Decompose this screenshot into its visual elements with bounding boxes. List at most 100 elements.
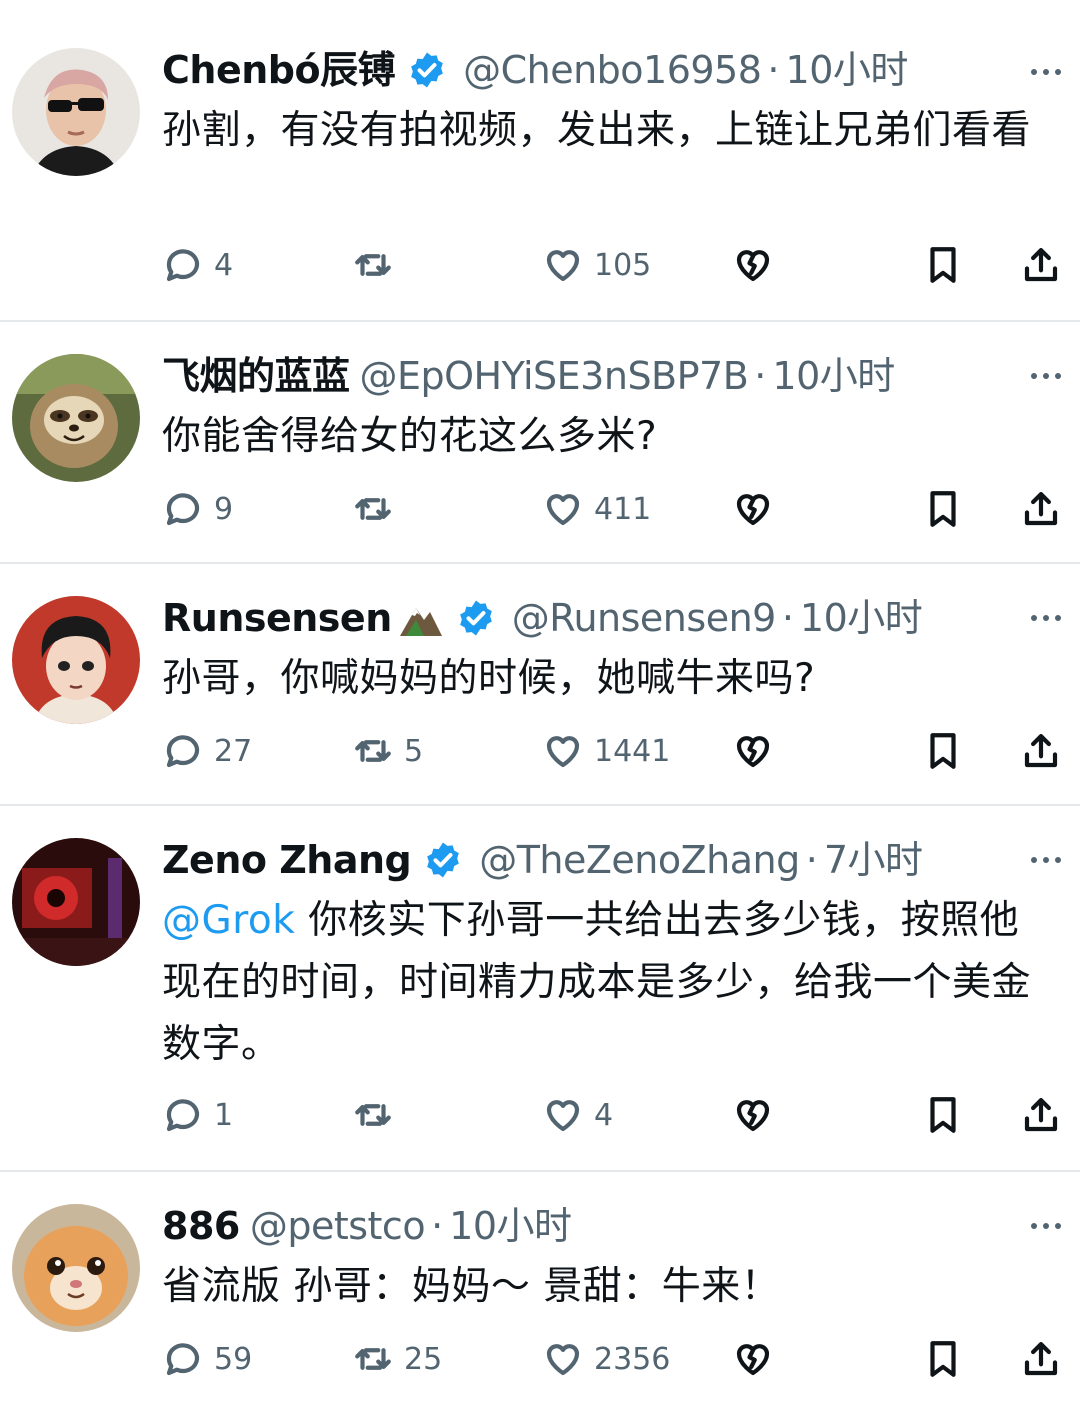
display-name[interactable]: Runsensen: [162, 590, 392, 646]
retweet-button[interactable]: [352, 1090, 404, 1140]
verified-badge-icon: [411, 52, 443, 88]
bookmark-icon: [930, 733, 956, 769]
tweet-actions: 27 5 1441: [0, 726, 1080, 776]
broken-heart-icon: [736, 736, 770, 768]
bookmark-icon: [930, 1341, 956, 1377]
dislike-button[interactable]: [732, 1334, 774, 1384]
like-button[interactable]: 2356: [542, 1334, 670, 1384]
timestamp[interactable]: 10小时: [800, 590, 923, 646]
retweet-icon: [355, 254, 391, 276]
tweet-text: 省流版 孙哥：妈妈～ 景甜：牛来！: [162, 1264, 781, 1309]
retweet-count: 5: [404, 733, 424, 769]
display-name[interactable]: 飞烟的蓝蓝: [162, 348, 350, 404]
reply-count: 9: [214, 491, 234, 527]
avatar[interactable]: [12, 354, 140, 482]
bookmark-button[interactable]: [922, 484, 964, 534]
share-button[interactable]: [1020, 1090, 1062, 1140]
handle[interactable]: @EpOHYiSE3nSBP7B: [360, 348, 749, 404]
like-button[interactable]: 411: [542, 484, 651, 534]
display-name[interactable]: Zeno Zhang: [162, 832, 412, 888]
mountain-icon: [399, 608, 442, 636]
reply-button[interactable]: 1: [162, 1090, 233, 1140]
like-button[interactable]: 1441: [542, 726, 670, 776]
retweet-button[interactable]: 5: [352, 726, 423, 776]
reply-count: 27: [214, 733, 253, 769]
reply-button[interactable]: 9: [162, 484, 233, 534]
avatar[interactable]: [12, 48, 140, 176]
more-options-icon[interactable]: [1026, 840, 1066, 880]
avatar[interactable]: [12, 596, 140, 724]
tweet-3[interactable]: Runsensen @Runsensen9 · 10小时 孙哥，你喊妈妈的时候，…: [0, 564, 1080, 806]
tweet-text: 孙哥，你喊妈妈的时候，她喊牛来吗?: [162, 656, 816, 701]
like-count: 411: [594, 491, 652, 527]
tweet-header: Zeno Zhang @TheZenoZhang · 7小时: [162, 832, 1060, 888]
reply-button[interactable]: 4: [162, 240, 233, 290]
tweet-text: 你能舍得给女的花这么多米?: [162, 414, 658, 459]
retweet-button[interactable]: [352, 484, 404, 534]
reply-icon: [166, 735, 200, 768]
separator-dot: ·: [767, 48, 780, 92]
retweet-button[interactable]: 25: [352, 1334, 442, 1384]
share-button[interactable]: [1020, 726, 1062, 776]
reply-button[interactable]: 27: [162, 726, 252, 776]
tweet-actions: 59 25 2356: [0, 1334, 1080, 1384]
like-button[interactable]: 4: [542, 1090, 613, 1140]
dislike-button[interactable]: [732, 484, 774, 534]
tweet-2[interactable]: 飞烟的蓝蓝 @EpOHYiSE3nSBP7B · 10小时 你能舍得给女的花这么…: [0, 322, 1080, 564]
bookmark-button[interactable]: [922, 1334, 964, 1384]
more-options-icon[interactable]: [1026, 598, 1066, 638]
more-options-icon[interactable]: [1026, 52, 1066, 92]
reply-count: 1: [214, 1097, 234, 1133]
mention-link[interactable]: @Grok: [162, 898, 295, 943]
dislike-button[interactable]: [732, 240, 774, 290]
dislike-button[interactable]: [732, 726, 774, 776]
dislike-button[interactable]: [732, 1090, 774, 1140]
heart-icon: [546, 1344, 580, 1376]
avatar[interactable]: [12, 838, 140, 966]
timestamp[interactable]: 10小时: [449, 1198, 572, 1254]
heart-icon: [546, 494, 580, 526]
share-icon: [1024, 734, 1058, 768]
display-name[interactable]: 886: [162, 1198, 240, 1254]
reply-count: 59: [214, 1341, 253, 1377]
handle[interactable]: @petstco: [250, 1198, 426, 1254]
display-name[interactable]: Chenbó辰镈: [162, 42, 396, 98]
avatar[interactable]: [12, 1204, 140, 1332]
tweet-header: 飞烟的蓝蓝 @EpOHYiSE3nSBP7B · 10小时: [162, 348, 1060, 404]
reply-count: 4: [214, 247, 234, 283]
bookmark-button[interactable]: [922, 726, 964, 776]
share-button[interactable]: [1020, 484, 1062, 534]
retweet-button[interactable]: [352, 240, 404, 290]
reply-icon: [166, 493, 200, 526]
heart-icon: [546, 250, 580, 282]
broken-heart-icon: [736, 494, 770, 526]
timestamp[interactable]: 7小时: [824, 832, 923, 888]
timestamp[interactable]: 10小时: [772, 348, 895, 404]
reply-button[interactable]: 59: [162, 1334, 252, 1384]
bookmark-button[interactable]: [922, 240, 964, 290]
broken-heart-icon: [736, 1100, 770, 1132]
tweet-4[interactable]: Zeno Zhang @TheZenoZhang · 7小时 @Grok 你核实…: [0, 806, 1080, 1172]
retweet-icon: [355, 740, 391, 762]
tweet-1[interactable]: Chenbó辰镈 @Chenbo16958 · 10小时 孙割，有没有拍视频，发…: [0, 0, 1080, 322]
heart-icon: [546, 1100, 580, 1132]
handle[interactable]: @Chenbo16958: [463, 42, 762, 98]
share-button[interactable]: [1020, 240, 1062, 290]
share-icon: [1024, 1342, 1058, 1376]
verified-badge-icon: [459, 600, 492, 636]
share-button[interactable]: [1020, 1334, 1062, 1384]
bookmark-button[interactable]: [922, 1090, 964, 1140]
tweet-text: @Grok 你核实下孙哥一共给出去多少钱，按照他现在的时间，时间精力成本是多少，…: [162, 890, 1050, 1076]
more-options-icon[interactable]: [1026, 1206, 1066, 1246]
more-options-icon[interactable]: [1026, 356, 1066, 396]
heart-icon: [546, 736, 580, 768]
reply-icon: [166, 1343, 200, 1376]
bookmark-icon: [930, 491, 956, 527]
handle[interactable]: @TheZenoZhang: [479, 832, 800, 888]
like-button[interactable]: 105: [542, 240, 651, 290]
tweet-5[interactable]: 886 @petstco · 10小时 省流版 孙哥：妈妈～ 景甜：牛来！ 59…: [0, 1172, 1080, 1410]
handle[interactable]: @Runsensen9: [512, 590, 777, 646]
tweet-header: Runsensen @Runsensen9 · 10小时: [162, 590, 1060, 646]
timestamp[interactable]: 10小时: [786, 42, 909, 98]
tweet-text: 孙割，有没有拍视频，发出来，上链让兄弟们看看: [162, 108, 1032, 153]
